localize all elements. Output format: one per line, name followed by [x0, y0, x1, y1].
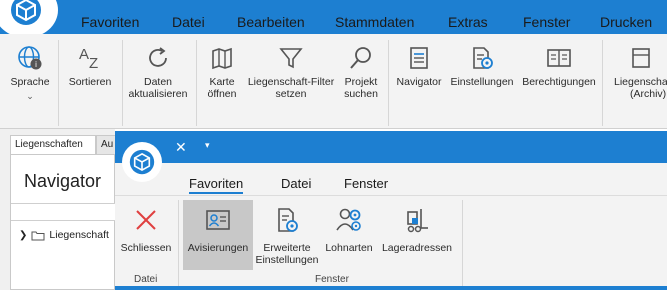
- ribbon-separator: [58, 40, 59, 126]
- tree-item-liegenschaft[interactable]: ❯ Liegenschaft: [19, 229, 109, 241]
- checklist-icon: [410, 47, 428, 69]
- daten-aktualisieren-button[interactable]: Daten aktualisieren: [126, 40, 190, 100]
- einstellungen-button[interactable]: Einstellungen: [448, 40, 516, 88]
- cube-icon: [129, 149, 155, 175]
- popup-menu-favoriten[interactable]: Favoriten: [189, 176, 244, 194]
- daten-label-line2: aktualisieren: [128, 88, 188, 100]
- sort-az-icon: A Z: [79, 46, 98, 71]
- schliessen-button[interactable]: Schliessen: [118, 200, 174, 254]
- karte-label-line1: Karte: [209, 76, 235, 88]
- ribbon-separator: [196, 40, 197, 126]
- erweiterte-label-line2: Einstellungen: [255, 254, 319, 266]
- archiv-label-line2: (Archiv): [630, 88, 667, 100]
- popup-menu-datei[interactable]: Datei: [281, 176, 311, 191]
- navigator-label: Navigator: [396, 76, 442, 88]
- menu-bearbeiten[interactable]: Bearbeiten: [237, 14, 305, 30]
- close-icon[interactable]: ✕: [175, 139, 187, 156]
- refresh-icon: [149, 47, 167, 67]
- navigator-panel: Navigator ❯ Liegenschaft: [10, 154, 116, 290]
- menu-favoriten[interactable]: Favoriten: [81, 14, 139, 30]
- search-icon: [350, 47, 371, 69]
- liegenschaft-filter-button[interactable]: Liegenschaft-Filter setzen: [244, 40, 338, 100]
- popup-window: ✕ ▾ Favoriten Datei Fenster Schliessen D…: [115, 131, 667, 290]
- lohnarten-label: Lohnarten: [325, 242, 373, 254]
- globe-icon: i: [18, 46, 42, 70]
- erweiterte-label-line1: Erweiterte: [263, 242, 311, 254]
- filter-label-line1: Liegenschaft-Filter: [247, 76, 335, 88]
- sortieren-label: Sortieren: [68, 76, 112, 88]
- berechtigungen-label: Berechtigungen: [522, 76, 596, 88]
- left-pane: Liegenschaften Au Navigator ❯ Liegenscha…: [0, 129, 116, 290]
- sprache-label: Sprache: [10, 76, 50, 88]
- navigator-search-field[interactable]: [11, 203, 116, 221]
- chevron-right-icon[interactable]: ❯: [19, 230, 27, 241]
- archive-icon: [632, 48, 650, 68]
- avisierungen-button[interactable]: Avisierungen: [183, 200, 253, 270]
- popup-bottom-accent: [115, 286, 667, 290]
- main-ribbon: i Sprache ⌄ A Z Sortieren Daten aktualis…: [0, 34, 667, 129]
- tab-liegenschaften[interactable]: Liegenschaften: [10, 135, 96, 155]
- ribbon-separator: [122, 40, 123, 126]
- popup-menu-fenster[interactable]: Fenster: [344, 176, 388, 191]
- ribbon-separator: [462, 200, 463, 286]
- liegenschaft-archiv-button[interactable]: Liegenscha (Archiv): [610, 40, 667, 100]
- lageradressen-label: Lageradressen: [381, 242, 453, 254]
- erweiterte-einstellungen-button[interactable]: Erweiterte Einstellungen: [255, 200, 319, 266]
- ribbon-separator: [178, 200, 179, 286]
- einstellungen-label: Einstellungen: [450, 76, 514, 88]
- close-x-icon: [136, 210, 156, 230]
- popup-title-bar: ✕ ▾: [115, 131, 667, 163]
- forklift-icon: [407, 209, 428, 233]
- filter-label-line2: setzen: [275, 88, 307, 100]
- id-card-icon: [206, 210, 230, 230]
- menu-fenster[interactable]: Fenster: [523, 14, 570, 30]
- tab-other[interactable]: Au: [96, 135, 116, 155]
- menu-drucken[interactable]: Drucken: [600, 14, 652, 30]
- karte-label-line2: öffnen: [207, 88, 237, 100]
- svg-text:i: i: [35, 60, 37, 69]
- tree-item-label: Liegenschaft: [49, 229, 109, 241]
- menu-datei[interactable]: Datei: [172, 14, 205, 30]
- projekt-label-line2: suchen: [344, 88, 378, 100]
- daten-label-line1: Daten: [143, 76, 173, 88]
- group-label-fenster: Fenster: [315, 274, 349, 285]
- archiv-label-line1: Liegenscha: [614, 76, 667, 88]
- sortieren-button[interactable]: A Z Sortieren: [62, 40, 118, 88]
- karte-oeffnen-button[interactable]: Karte öffnen: [202, 40, 242, 100]
- menu-extras[interactable]: Extras: [448, 14, 488, 34]
- document-gear-icon: [278, 208, 298, 232]
- sprache-button[interactable]: i Sprache ⌄: [6, 40, 54, 102]
- cube-icon: [11, 0, 41, 25]
- popup-ribbon: Schliessen Datei Avisierungen Erweiterte…: [115, 195, 667, 290]
- dropdown-arrow-icon[interactable]: ▾: [205, 140, 210, 151]
- navigator-button[interactable]: Navigator: [393, 40, 445, 88]
- popup-app-logo[interactable]: [122, 142, 162, 182]
- person-gear-icon: [336, 208, 361, 231]
- svg-text:Z: Z: [89, 55, 98, 71]
- document-gear-icon: [473, 47, 493, 69]
- lohnarten-button[interactable]: Lohnarten: [322, 200, 376, 254]
- chevron-down-icon: ⌄: [26, 91, 34, 101]
- ribbon-separator: [602, 40, 603, 126]
- book-icon: [547, 49, 571, 67]
- projekt-suchen-button[interactable]: Projekt suchen: [340, 40, 382, 100]
- menu-stammdaten[interactable]: Stammdaten: [335, 14, 414, 30]
- berechtigungen-button[interactable]: Berechtigungen: [520, 40, 598, 88]
- ribbon-separator: [388, 40, 389, 126]
- folder-icon: [31, 231, 45, 240]
- svg-text:A: A: [79, 46, 89, 63]
- navigator-title: Navigator: [24, 171, 102, 191]
- group-label-datei: Datei: [134, 274, 158, 285]
- schliessen-label: Schliessen: [120, 242, 172, 254]
- projekt-label-line1: Projekt: [344, 76, 378, 88]
- avisierungen-label: Avisierungen: [187, 242, 249, 254]
- lageradressen-button[interactable]: Lageradressen: [379, 200, 455, 254]
- filter-icon: [279, 48, 303, 69]
- map-icon: [212, 47, 232, 70]
